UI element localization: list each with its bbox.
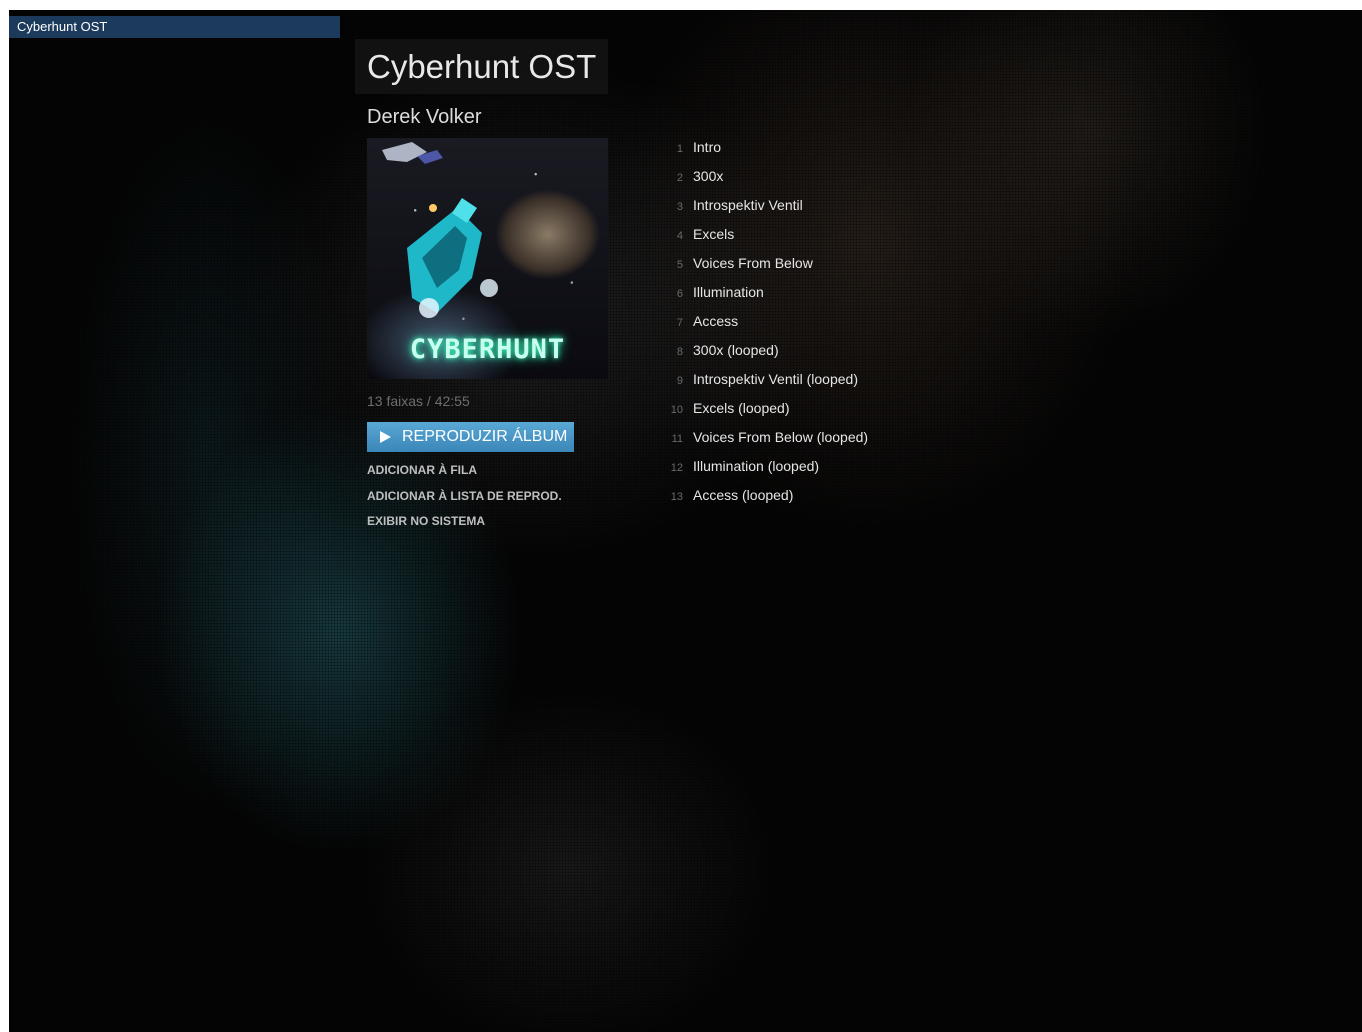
track-title: Voices From Below <box>693 255 813 271</box>
album-title: Cyberhunt OST <box>355 39 609 94</box>
track-number: 3 <box>676 201 683 213</box>
track-row[interactable]: 4 Excels <box>657 224 868 253</box>
track-title: Access <box>693 313 739 329</box>
track-title: 300x <box>693 168 724 184</box>
track-title: Access (looped) <box>693 487 794 503</box>
music-player-window: Cyberhunt OST Cyberhunt OST Derek Volker… <box>9 10 1362 1032</box>
add-to-playlist-link[interactable]: ADICIONAR À LISTA DE REPROD. <box>367 489 562 503</box>
track-row[interactable]: 13 Access (looped) <box>657 485 868 514</box>
track-number: 2 <box>676 172 683 184</box>
track-number: 5 <box>676 259 683 271</box>
track-number: 9 <box>676 375 683 387</box>
track-number: 13 <box>670 491 683 503</box>
track-row[interactable]: 5 Voices From Below <box>657 253 868 282</box>
track-title: Introspektiv Ventil <box>693 197 803 213</box>
track-row[interactable]: 12 Illumination (looped) <box>657 456 868 485</box>
add-to-queue-link[interactable]: ADICIONAR À FILA <box>367 463 477 477</box>
album-cover: CYBERHUNT <box>367 138 608 379</box>
track-title: Excels (looped) <box>693 400 790 416</box>
track-row[interactable]: 2 300x <box>657 166 868 195</box>
track-row[interactable]: 1 Intro <box>657 137 868 166</box>
track-number: 6 <box>676 288 683 300</box>
play-album-button[interactable]: REPRODUZIR ÁLBUM <box>367 422 574 452</box>
track-row[interactable]: 10 Excels (looped) <box>657 398 868 427</box>
track-list: 1 Intro 2 300x 3 Introspektiv Ventil 4 Excel… <box>657 137 868 514</box>
track-row[interactable]: 3 Introspektiv Ventil <box>657 195 868 224</box>
track-row[interactable]: 9 Introspektiv Ventil (looped) <box>657 369 868 398</box>
play-album-label: REPRODUZIR ÁLBUM <box>402 428 568 445</box>
track-number: 12 <box>670 462 683 474</box>
track-title: Intro <box>693 139 722 155</box>
show-in-system-link[interactable]: EXIBIR NO SISTEMA <box>367 514 485 528</box>
track-row[interactable]: 6 Illumination <box>657 282 868 311</box>
track-row[interactable]: 8 300x (looped) <box>657 340 868 369</box>
track-title: Excels <box>693 226 735 242</box>
play-icon <box>380 431 391 443</box>
track-number: 8 <box>676 346 683 358</box>
window-title-tab[interactable]: Cyberhunt OST <box>9 16 340 38</box>
track-title: Voices From Below (looped) <box>693 429 869 445</box>
album-cover-logo: CYBERHUNT <box>409 334 566 365</box>
track-title: 300x (looped) <box>693 342 779 358</box>
track-title: Introspektiv Ventil (looped) <box>693 371 858 387</box>
track-number: 4 <box>676 230 683 242</box>
track-number: 1 <box>676 143 683 155</box>
track-row[interactable]: 7 Access <box>657 311 868 340</box>
track-number: 10 <box>670 404 683 416</box>
track-row[interactable]: 11 Voices From Below (looped) <box>657 427 869 456</box>
track-title: Illumination <box>693 284 764 300</box>
track-title: Illumination (looped) <box>693 458 820 474</box>
track-number: 7 <box>676 317 683 329</box>
album-artist[interactable]: Derek Volker <box>367 106 482 129</box>
track-number: 11 <box>671 433 683 445</box>
track-count-duration: 13 faixas / 42:55 <box>367 393 470 409</box>
